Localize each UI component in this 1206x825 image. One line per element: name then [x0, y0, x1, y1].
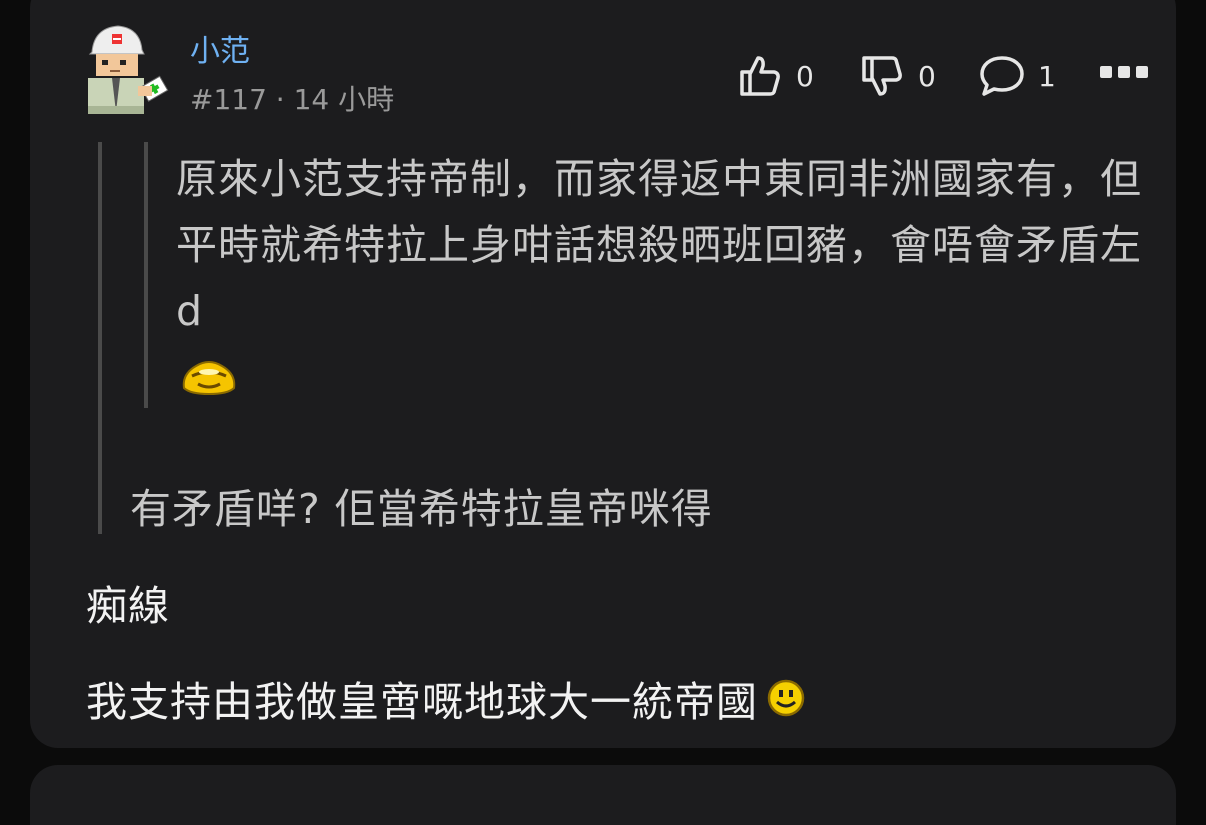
outer-quote-bar: [98, 142, 102, 534]
reply-button[interactable]: 1: [978, 52, 1056, 100]
thumbs-down-icon: [862, 56, 902, 96]
like-button[interactable]: 0: [736, 52, 814, 100]
like-count: 0: [796, 59, 814, 93]
dislike-count: 0: [918, 59, 936, 93]
user-avatar[interactable]: [82, 22, 174, 118]
reply-count: 1: [1038, 59, 1056, 93]
post-body-line-2-text: 我支持由我做皇啻嘅地球大一統帝國: [86, 678, 758, 726]
post-meta: #117 · 14 小時: [190, 83, 395, 116]
more-options-icon: [1100, 66, 1112, 78]
inner-quote-text: 原來小范支持帝制，而家得返中東同非洲國家有，但平時就希特拉上身咁話想殺晒班回豬，…: [176, 155, 1142, 335]
inner-quote-bar: [144, 142, 148, 408]
yellow-emoticon: [182, 361, 236, 396]
dislike-button[interactable]: 0: [858, 52, 936, 100]
username-link[interactable]: 小范: [190, 26, 250, 70]
more-options-button[interactable]: [1100, 66, 1148, 78]
smiley-emoticon: [767, 679, 805, 717]
next-post-card: [30, 765, 1176, 825]
comment-bubble-icon: [980, 56, 1024, 96]
outer-quote-text: 有矛盾咩? 佢當希特拉皇帝咪得: [130, 485, 713, 533]
thumbs-up-icon: [740, 56, 780, 96]
post-body-line-1: 痴線: [86, 582, 170, 630]
post-body-line-2: 我支持由我做皇啻嘅地球大一統帝國: [86, 668, 806, 728]
